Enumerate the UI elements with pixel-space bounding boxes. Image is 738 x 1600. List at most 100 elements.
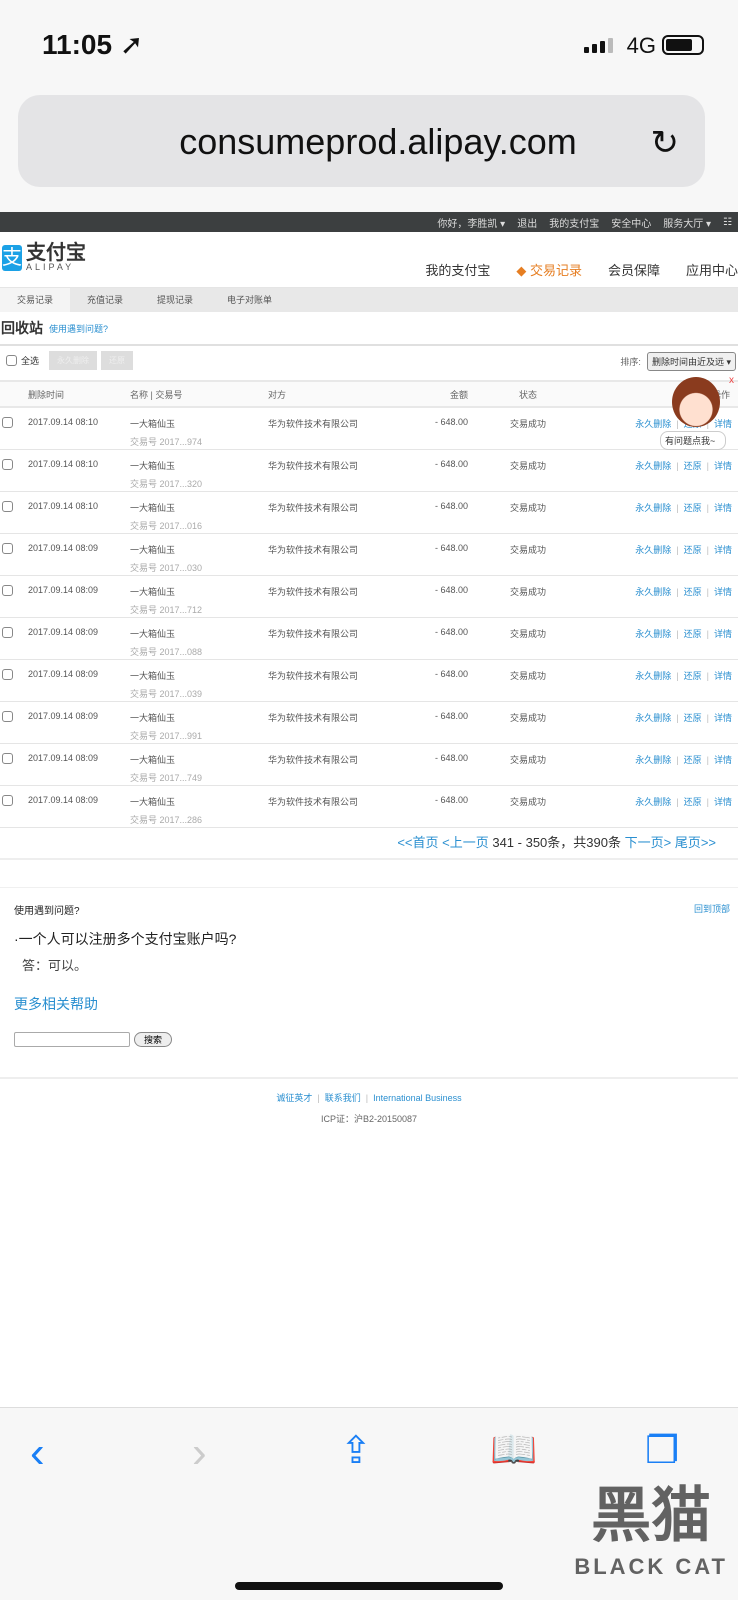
back-icon[interactable]: ‹: [30, 1428, 45, 1478]
help-mascot[interactable]: x 有问题点我~: [660, 375, 734, 457]
transaction-no: 交易号 2017...974: [130, 437, 203, 447]
delete-permanently-link[interactable]: 永久删除: [635, 755, 671, 765]
tab-transactions[interactable]: 交易记录: [0, 288, 71, 312]
delete-permanently-link[interactable]: 永久删除: [635, 503, 671, 513]
service-hall-link[interactable]: 服务大厅 ▾: [663, 215, 711, 230]
delete-time: 2017.09.14 08:10: [28, 407, 130, 450]
detail-link[interactable]: 详情: [714, 671, 732, 681]
last-page-link[interactable]: 尾页>>: [675, 835, 716, 850]
restore-button[interactable]: 还原: [101, 350, 134, 370]
restore-link[interactable]: 还原: [684, 545, 702, 555]
detail-link[interactable]: 详情: [714, 797, 732, 807]
row-checkbox[interactable]: [2, 668, 13, 680]
nav-member-protection[interactable]: 会员保障: [608, 260, 660, 279]
chevron-down-icon: ▾: [726, 357, 731, 367]
amount: - 648.00: [388, 701, 488, 744]
tab-statement[interactable]: 电子对账单: [210, 288, 289, 312]
reload-icon[interactable]: ↻: [651, 123, 680, 163]
detail-link[interactable]: 详情: [714, 461, 732, 471]
help-link[interactable]: 使用遇到问题?: [49, 322, 108, 335]
prev-page-link[interactable]: <上一页: [442, 835, 489, 850]
item-name: 一大箱仙玉: [130, 796, 176, 807]
delete-permanently-link[interactable]: 永久删除: [635, 671, 671, 681]
page-info: 341 - 350条，共390条: [488, 834, 625, 850]
table-row: 2017.09.14 08:09 一大箱仙玉 交易号 2017...749 华为软…: [0, 743, 738, 786]
detail-link[interactable]: 详情: [714, 587, 732, 597]
select-all-checkbox[interactable]: [6, 354, 17, 366]
restore-link[interactable]: 还原: [684, 713, 702, 723]
row-checkbox[interactable]: [2, 500, 13, 512]
restore-link[interactable]: 还原: [684, 671, 702, 681]
sort-select[interactable]: 删除时间由近及远 ▾: [646, 352, 736, 371]
forward-icon[interactable]: ›: [192, 1428, 207, 1478]
web-page: 你好，李胜凯 ▾ 退出 我的支付宝 安全中心 服务大厅 ▾ ☷ 支 支付宝 ALI…: [0, 212, 738, 1407]
delete-permanently-link[interactable]: 永久删除: [635, 461, 671, 471]
row-checkbox[interactable]: [2, 626, 13, 638]
nav-app-center[interactable]: 应用中心: [686, 260, 738, 279]
select-all-label[interactable]: 全选: [21, 354, 39, 367]
restore-link[interactable]: 还原: [684, 503, 702, 513]
back-to-top-link[interactable]: 回到顶部: [694, 902, 730, 915]
delete-permanently-link[interactable]: 永久删除: [635, 587, 671, 597]
detail-link[interactable]: 详情: [714, 755, 732, 765]
restore-link[interactable]: 还原: [684, 461, 702, 471]
more-help-link[interactable]: 更多相关帮助: [14, 994, 724, 1014]
close-icon[interactable]: x: [729, 375, 734, 386]
share-icon[interactable]: ⇪: [340, 1428, 372, 1473]
delete-time: 2017.09.14 08:09: [28, 533, 130, 576]
table-row: 2017.09.14 08:09 一大箱仙玉 交易号 2017...039 华为软…: [0, 659, 738, 702]
table-row: 2017.09.14 08:09 一大箱仙玉 交易号 2017...088 华为软…: [0, 617, 738, 660]
nav-transactions[interactable]: ◆ 交易记录: [516, 260, 582, 279]
address-bar[interactable]: consumeprod.alipay.com ↻: [18, 95, 705, 187]
url-text[interactable]: consumeprod.alipay.com: [73, 121, 683, 163]
faq-question[interactable]: ·一个人可以注册多个支付宝账户吗?: [14, 929, 724, 949]
help-search-input[interactable]: [14, 1032, 130, 1047]
page-title-row: 回收站 使用遇到问题?: [0, 312, 738, 344]
detail-link[interactable]: 详情: [714, 545, 732, 555]
row-checkbox[interactable]: [2, 458, 13, 470]
delete-permanently-link[interactable]: 永久删除: [635, 713, 671, 723]
search-button[interactable]: 搜索: [134, 1032, 173, 1047]
mascot-avatar[interactable]: [672, 377, 720, 427]
first-page-link[interactable]: <<首页: [397, 835, 438, 850]
item-name: 一大箱仙玉: [130, 628, 176, 639]
restore-link[interactable]: 还原: [684, 797, 702, 807]
row-checkbox[interactable]: [2, 710, 13, 722]
delete-permanently-link[interactable]: 永久删除: [635, 629, 671, 639]
footer-intl-link[interactable]: International Business: [373, 1093, 462, 1103]
detail-link[interactable]: 详情: [714, 503, 732, 513]
row-checkbox[interactable]: [2, 417, 13, 428]
transaction-no: 交易号 2017...039: [130, 688, 203, 699]
detail-link[interactable]: 详情: [714, 629, 732, 639]
alipay-logo[interactable]: 支 支付宝 ALIPAY: [2, 243, 86, 272]
detail-link[interactable]: 详情: [714, 713, 732, 723]
sub-nav: 交易记录 充值记录 提现记录 电子对账单: [0, 288, 738, 312]
footer-jobs-link[interactable]: 诚征英才: [276, 1093, 312, 1103]
tab-withdraw[interactable]: 提现记录: [140, 288, 210, 312]
user-menu[interactable]: 李胜凯 ▾: [467, 219, 505, 230]
restore-link[interactable]: 还原: [684, 629, 702, 639]
transaction-no: 交易号 2017...712: [130, 604, 203, 615]
row-checkbox[interactable]: [2, 794, 13, 806]
grid-icon[interactable]: ☷: [723, 217, 732, 228]
restore-link[interactable]: 还原: [684, 755, 702, 765]
item-name: 一大箱仙玉: [130, 419, 176, 429]
delete-permanently-button[interactable]: 永久删除: [49, 350, 98, 370]
delete-permanently-link[interactable]: 永久删除: [635, 545, 671, 555]
amount: - 648.00: [388, 533, 488, 576]
security-center-link[interactable]: 安全中心: [611, 215, 651, 230]
footer-contact-link[interactable]: 联系我们: [325, 1093, 361, 1103]
delete-permanently-link[interactable]: 永久删除: [635, 797, 671, 807]
logout-link[interactable]: 退出: [517, 215, 537, 230]
restore-link[interactable]: 还原: [684, 587, 702, 597]
my-alipay-link[interactable]: 我的支付宝: [549, 215, 599, 230]
row-checkbox[interactable]: [2, 584, 13, 596]
mascot-tooltip[interactable]: 有问题点我~: [660, 431, 726, 450]
row-checkbox[interactable]: [2, 752, 13, 764]
tab-recharge[interactable]: 充值记录: [70, 288, 140, 312]
row-checkbox[interactable]: [2, 542, 13, 554]
nav-my-alipay[interactable]: 我的支付宝: [425, 260, 490, 279]
bookmarks-icon[interactable]: 📖: [490, 1428, 537, 1472]
counterparty: 华为软件技术有限公司: [268, 617, 388, 660]
next-page-link[interactable]: 下一页>: [625, 835, 672, 850]
